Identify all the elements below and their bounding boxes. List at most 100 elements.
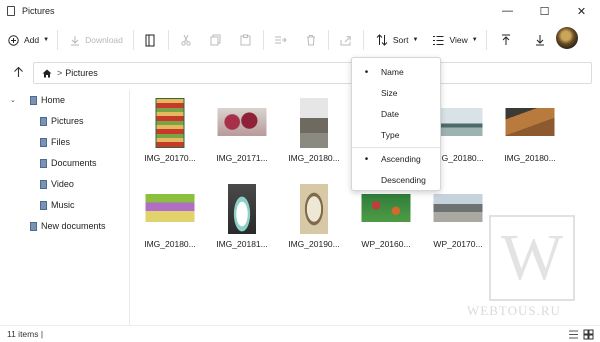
menu-item-label: Size bbox=[381, 88, 398, 98]
sort-label: Sort bbox=[392, 35, 409, 45]
arrow-up-icon bbox=[13, 66, 23, 77]
search-input[interactable] bbox=[440, 62, 592, 84]
file-item[interactable]: IMG_20181... bbox=[210, 180, 274, 260]
file-name: WP_20160... bbox=[361, 239, 411, 249]
menu-item-label: Ascending bbox=[381, 154, 421, 164]
minimize-button[interactable]: — bbox=[489, 0, 526, 22]
arrow-down-icon bbox=[535, 35, 544, 46]
item-count: 11 items | bbox=[7, 329, 44, 339]
upload-button[interactable] bbox=[489, 29, 523, 51]
breadcrumb-pictures[interactable]: Pictures bbox=[65, 68, 98, 78]
address-bar[interactable]: > Pictures bbox=[33, 62, 357, 84]
sidebar-item-documents[interactable]: Documents bbox=[40, 156, 97, 170]
chevron-down-icon: ▼ bbox=[412, 37, 419, 43]
view-label: View bbox=[449, 35, 468, 45]
menu-divider bbox=[352, 147, 442, 148]
view-toggles bbox=[564, 329, 594, 340]
chevron-down-icon: ▼ bbox=[471, 37, 478, 43]
file-item[interactable]: IMG_20180... bbox=[282, 92, 346, 172]
sidebar-item-music[interactable]: Music bbox=[40, 198, 75, 212]
selected-dot-icon: • bbox=[364, 153, 369, 165]
move-button[interactable] bbox=[266, 29, 296, 51]
file-item[interactable]: IMG_20170... bbox=[138, 92, 202, 172]
toolbar-divider bbox=[57, 30, 59, 50]
move-icon bbox=[275, 36, 288, 44]
download-button[interactable]: Download bbox=[60, 29, 129, 51]
photo-bread-thumbnail bbox=[505, 108, 555, 136]
sort-descending[interactable]: Descending bbox=[352, 171, 442, 189]
close-button[interactable]: ✕ bbox=[563, 0, 600, 22]
document-icon bbox=[40, 116, 47, 126]
sort-by-size[interactable]: Size bbox=[352, 84, 442, 102]
sort-by-type[interactable]: Type bbox=[352, 126, 442, 144]
download-label: Download bbox=[85, 35, 123, 45]
sort-by-date[interactable]: Date bbox=[352, 105, 442, 123]
list-view-icon bbox=[433, 35, 444, 45]
file-item[interactable]: WP_20160... bbox=[354, 180, 418, 260]
view-button[interactable]: View ▼ bbox=[424, 29, 483, 51]
document-icon bbox=[30, 95, 37, 105]
details-view-icon bbox=[569, 330, 578, 339]
details-view-button[interactable] bbox=[568, 329, 579, 340]
app-icon bbox=[7, 6, 15, 16]
sidebar-item-files[interactable]: Files bbox=[40, 135, 70, 149]
file-item[interactable]: IMG_20180... bbox=[498, 92, 562, 172]
download-icon bbox=[71, 35, 80, 45]
maximize-button[interactable]: ☐ bbox=[526, 0, 563, 22]
file-name: IMG_20180... bbox=[144, 239, 196, 249]
sort-ascending[interactable]: • Ascending bbox=[352, 150, 442, 168]
grid-view-icon bbox=[583, 329, 594, 340]
chevron-down-icon: ⌄ bbox=[10, 97, 16, 104]
copy-button[interactable] bbox=[201, 29, 231, 51]
menu-item-label: Type bbox=[381, 130, 400, 140]
file-name: IMG_20170... bbox=[144, 153, 196, 163]
file-item[interactable]: IMG_20190... bbox=[282, 180, 346, 260]
sidebar-item-label: Video bbox=[51, 179, 74, 189]
sidebar-item-label: New documents bbox=[41, 221, 106, 231]
copy-icon bbox=[210, 34, 221, 46]
sidebar-item-new-documents[interactable]: New documents bbox=[30, 219, 106, 233]
thumbnail-view-button[interactable] bbox=[583, 329, 594, 340]
paste-button[interactable] bbox=[231, 29, 261, 51]
plus-circle-icon bbox=[8, 34, 19, 46]
document-icon bbox=[40, 137, 47, 147]
file-item[interactable]: IMG_20180... bbox=[138, 180, 202, 260]
cut-button[interactable] bbox=[171, 29, 201, 51]
share-button[interactable] bbox=[331, 29, 361, 51]
chevron-down-icon: ▼ bbox=[43, 37, 50, 43]
document-icon bbox=[40, 200, 47, 210]
avatar[interactable] bbox=[556, 27, 578, 49]
sidebar-item-label: Home bbox=[41, 95, 66, 105]
upload-icon bbox=[501, 34, 510, 45]
watermark-text: WEBTOUS.RU bbox=[467, 303, 561, 318]
navigate-up-button[interactable] bbox=[10, 64, 26, 80]
file-item[interactable]: IMG_20171... bbox=[210, 92, 274, 172]
sidebar-item-video[interactable]: Video bbox=[40, 177, 74, 191]
file-name: IMG_20171... bbox=[216, 153, 268, 163]
sidebar-item-pictures[interactable]: Pictures bbox=[40, 114, 84, 128]
sort-button[interactable]: Sort ▼ bbox=[366, 29, 425, 51]
sidebar-item-label: Pictures bbox=[51, 116, 84, 126]
download-arrow-button[interactable] bbox=[523, 29, 557, 51]
rename-icon bbox=[145, 34, 155, 46]
add-button[interactable]: Add ▼ bbox=[2, 29, 55, 51]
photo-market-thumbnail bbox=[155, 98, 185, 148]
status-bar: 11 items | bbox=[0, 325, 600, 342]
sidebar: ⌄ Home Pictures Files Documents Video Mu… bbox=[0, 90, 130, 325]
title-bar: Pictures — ☐ ✕ bbox=[0, 0, 600, 22]
photo-flowers-thumbnail bbox=[217, 108, 267, 136]
sidebar-item-home[interactable]: ⌄ Home bbox=[10, 93, 65, 107]
share-icon bbox=[340, 35, 351, 45]
file-name: IMG_20180... bbox=[288, 153, 340, 163]
toolbar: Add ▼ Download Sort ▼ View ▼ bbox=[0, 26, 600, 54]
delete-button[interactable] bbox=[296, 29, 326, 51]
breadcrumb-separator: > bbox=[57, 68, 63, 78]
sidebar-item-label: Documents bbox=[51, 158, 97, 168]
home-icon bbox=[42, 69, 52, 77]
rename-button[interactable] bbox=[136, 29, 166, 51]
document-icon bbox=[40, 158, 47, 168]
watermark-letter: W bbox=[489, 215, 575, 301]
sort-by-name[interactable]: • Name bbox=[352, 63, 442, 81]
photo-garden-thumbnail bbox=[361, 194, 411, 222]
menu-item-label: Descending bbox=[381, 175, 426, 185]
